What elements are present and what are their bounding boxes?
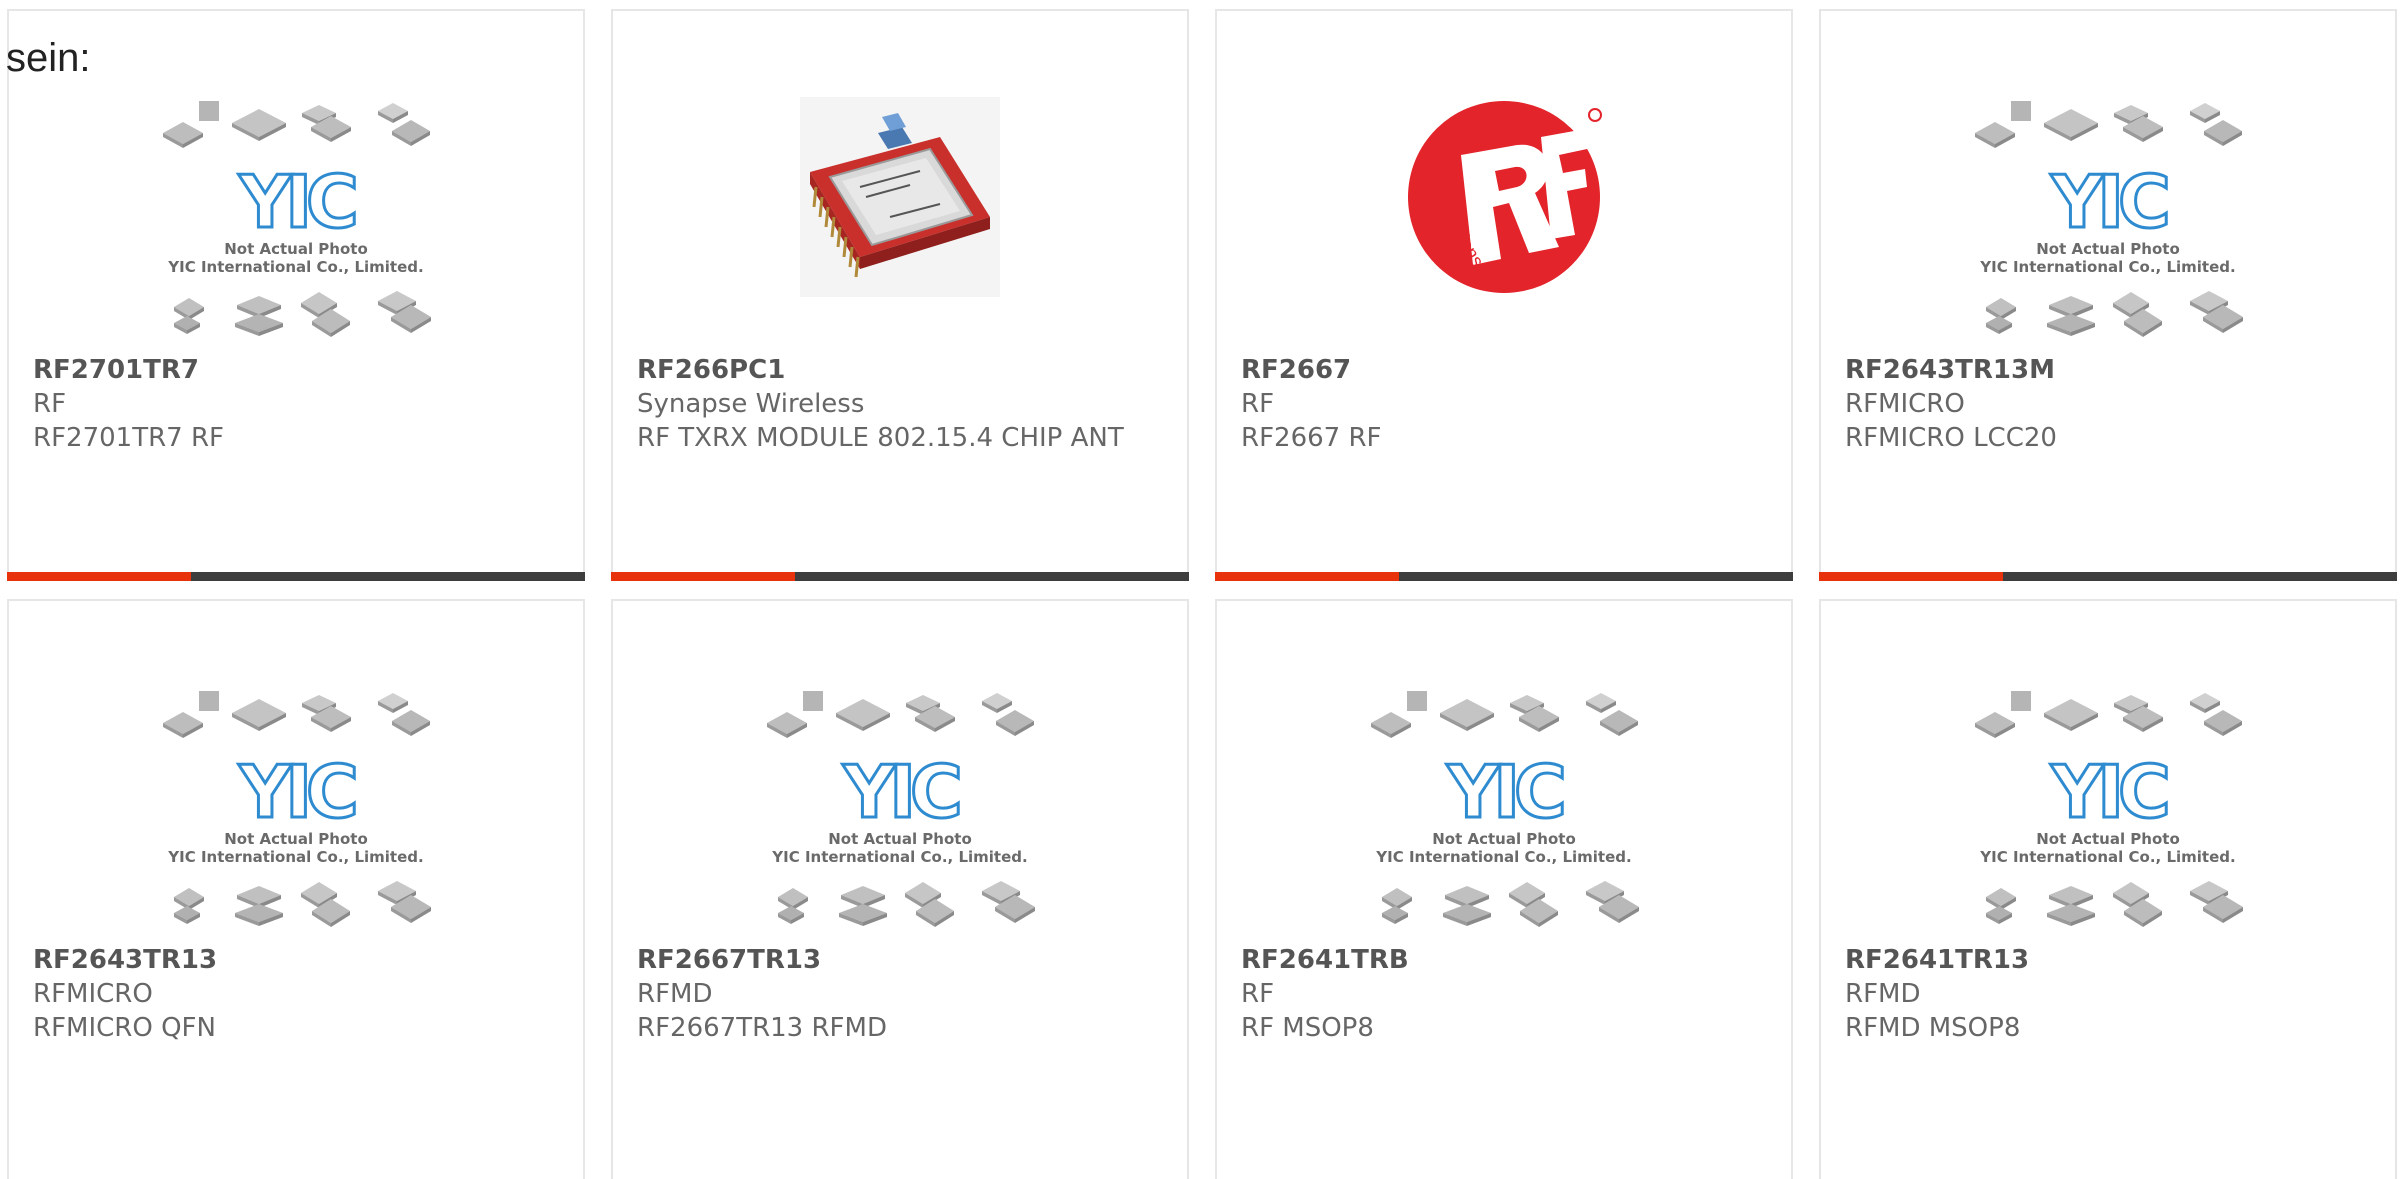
accent-bar [1819,572,2397,581]
svg-text:Not Actual Photo: Not Actual Photo [224,240,368,258]
manufacturer: RFMICRO [33,979,153,1009]
description: RFMD MSOP8 [1845,1013,2021,1043]
manufacturer: RF [1241,389,1275,419]
product-image[interactable]: YIC Not Actual Photo YIC International Co.… [9,97,583,357]
svg-text:YIC International Co., Limited: YIC International Co., Limited. [167,258,423,276]
part-number[interactable]: RF2701TR7 [33,353,559,387]
svg-text:YIC International Co., Limited: YIC International Co., Limited. [167,848,423,866]
intro-text: sein: [6,36,91,80]
product-card[interactable]: YIC Not Actual Photo YIC International Co.… [611,599,1189,1179]
description: RF2701TR7 RF [33,423,224,453]
product-image[interactable]: YIC Not Actual Photo YIC International Co.… [1821,687,2395,947]
product-card[interactable]: YIC Not Actual Photo YIC International Co.… [7,599,585,1179]
manufacturer: RF [1241,979,1275,1009]
product-card[interactable]: YIC Not Actual Photo YIC International Co.… [1819,9,2397,581]
rf-module-photo-icon [800,97,1000,297]
yic-placeholder-icon: YICNot Actual PhotoYIC International Co.… [163,691,431,927]
manufacturer: RF [33,389,67,419]
description: RF2667 RF [1241,423,1382,453]
accent-bar [7,572,585,581]
product-image[interactable]: YIC Not Actual Photo YIC International Co.… [9,687,583,947]
product-card[interactable]: RF266PC1 Synapse Wireless RF TXRX MODULE… [611,9,1189,581]
svg-text:YIC: YIC [2050,750,2167,834]
svg-text:Not Actual Photo: Not Actual Photo [224,830,368,848]
yic-placeholder-icon: YICNot Actual PhotoYIC International Co.… [1975,101,2243,337]
manufacturer: Synapse Wireless [637,389,865,419]
product-card[interactable]: YIC Not Actual Photo YIC International Co.… [1819,599,2397,1179]
product-card[interactable]: YIC Not Actual Photo YIC International Co.… [1215,599,1793,1179]
svg-text:Not Actual Photo: Not Actual Photo [2036,240,2180,258]
svg-text:YIC International Co., Limited: YIC International Co., Limited. [771,848,1027,866]
yic-placeholder-icon: YICNot Actual PhotoYIC International Co.… [1371,691,1639,927]
product-grid: YIC Not Actual Photo YIC International Co.… [0,0,2400,1179]
svg-text:YIC: YIC [1446,750,1563,834]
product-card[interactable]: YIC Not Actual Photo YIC International Co.… [7,9,585,581]
svg-text:YIC International Co., Limited: YIC International Co., Limited. [1375,848,1631,866]
product-image[interactable]: YIC Not Actual Photo YIC International Co.… [1217,687,1791,947]
manufacturer: RFMICRO [1845,389,1965,419]
product-card[interactable]: rfsolutions RF2667 RF RF2667 RF [1215,9,1793,581]
yic-placeholder-icon: YICNot Actual PhotoYIC International Co.… [1975,691,2243,927]
svg-text:YIC: YIC [842,750,959,834]
yic-placeholder-icon: YICNot Actual PhotoYIC International Co.… [767,691,1035,927]
manufacturer: RFMD [1845,979,1921,1009]
description: RF MSOP8 [1241,1013,1374,1043]
rf-solutions-logo-icon: rfsolutions [1408,101,1602,293]
svg-text:YIC International Co., Limited: YIC International Co., Limited. [1979,258,2235,276]
part-number[interactable]: RF266PC1 [637,353,1163,387]
svg-text:YIC: YIC [2050,160,2167,244]
product-image[interactable] [613,97,1187,357]
product-image[interactable]: YIC Not Actual Photo YIC International Co.… [613,687,1187,947]
manufacturer: RFMD [637,979,713,1009]
part-number[interactable]: RF2643TR13M [1845,353,2371,387]
svg-text:YIC: YIC [238,160,355,244]
part-number[interactable]: RF2667TR13 [637,943,1163,977]
accent-bar [1215,572,1793,581]
yic-placeholder-icon: YICNot Actual PhotoYIC International Co.… [163,101,431,337]
part-number[interactable]: RF2643TR13 [33,943,559,977]
svg-text:YIC: YIC [238,750,355,834]
product-image[interactable]: rfsolutions [1217,97,1791,357]
svg-text:Not Actual Photo: Not Actual Photo [1432,830,1576,848]
accent-bar [611,572,1189,581]
part-number[interactable]: RF2667 [1241,353,1767,387]
description: RFMICRO LCC20 [1845,423,2057,453]
svg-text:Not Actual Photo: Not Actual Photo [2036,830,2180,848]
svg-text:YIC International Co., Limited: YIC International Co., Limited. [1979,848,2235,866]
svg-text:Not Actual Photo: Not Actual Photo [828,830,972,848]
description: RF2667TR13 RFMD [637,1013,887,1043]
part-number[interactable]: RF2641TRB [1241,943,1767,977]
part-number[interactable]: RF2641TR13 [1845,943,2371,977]
product-image[interactable]: YIC Not Actual Photo YIC International Co.… [1821,97,2395,357]
description: RF TXRX MODULE 802.15.4 CHIP ANT [637,423,1124,453]
description: RFMICRO QFN [33,1013,216,1043]
